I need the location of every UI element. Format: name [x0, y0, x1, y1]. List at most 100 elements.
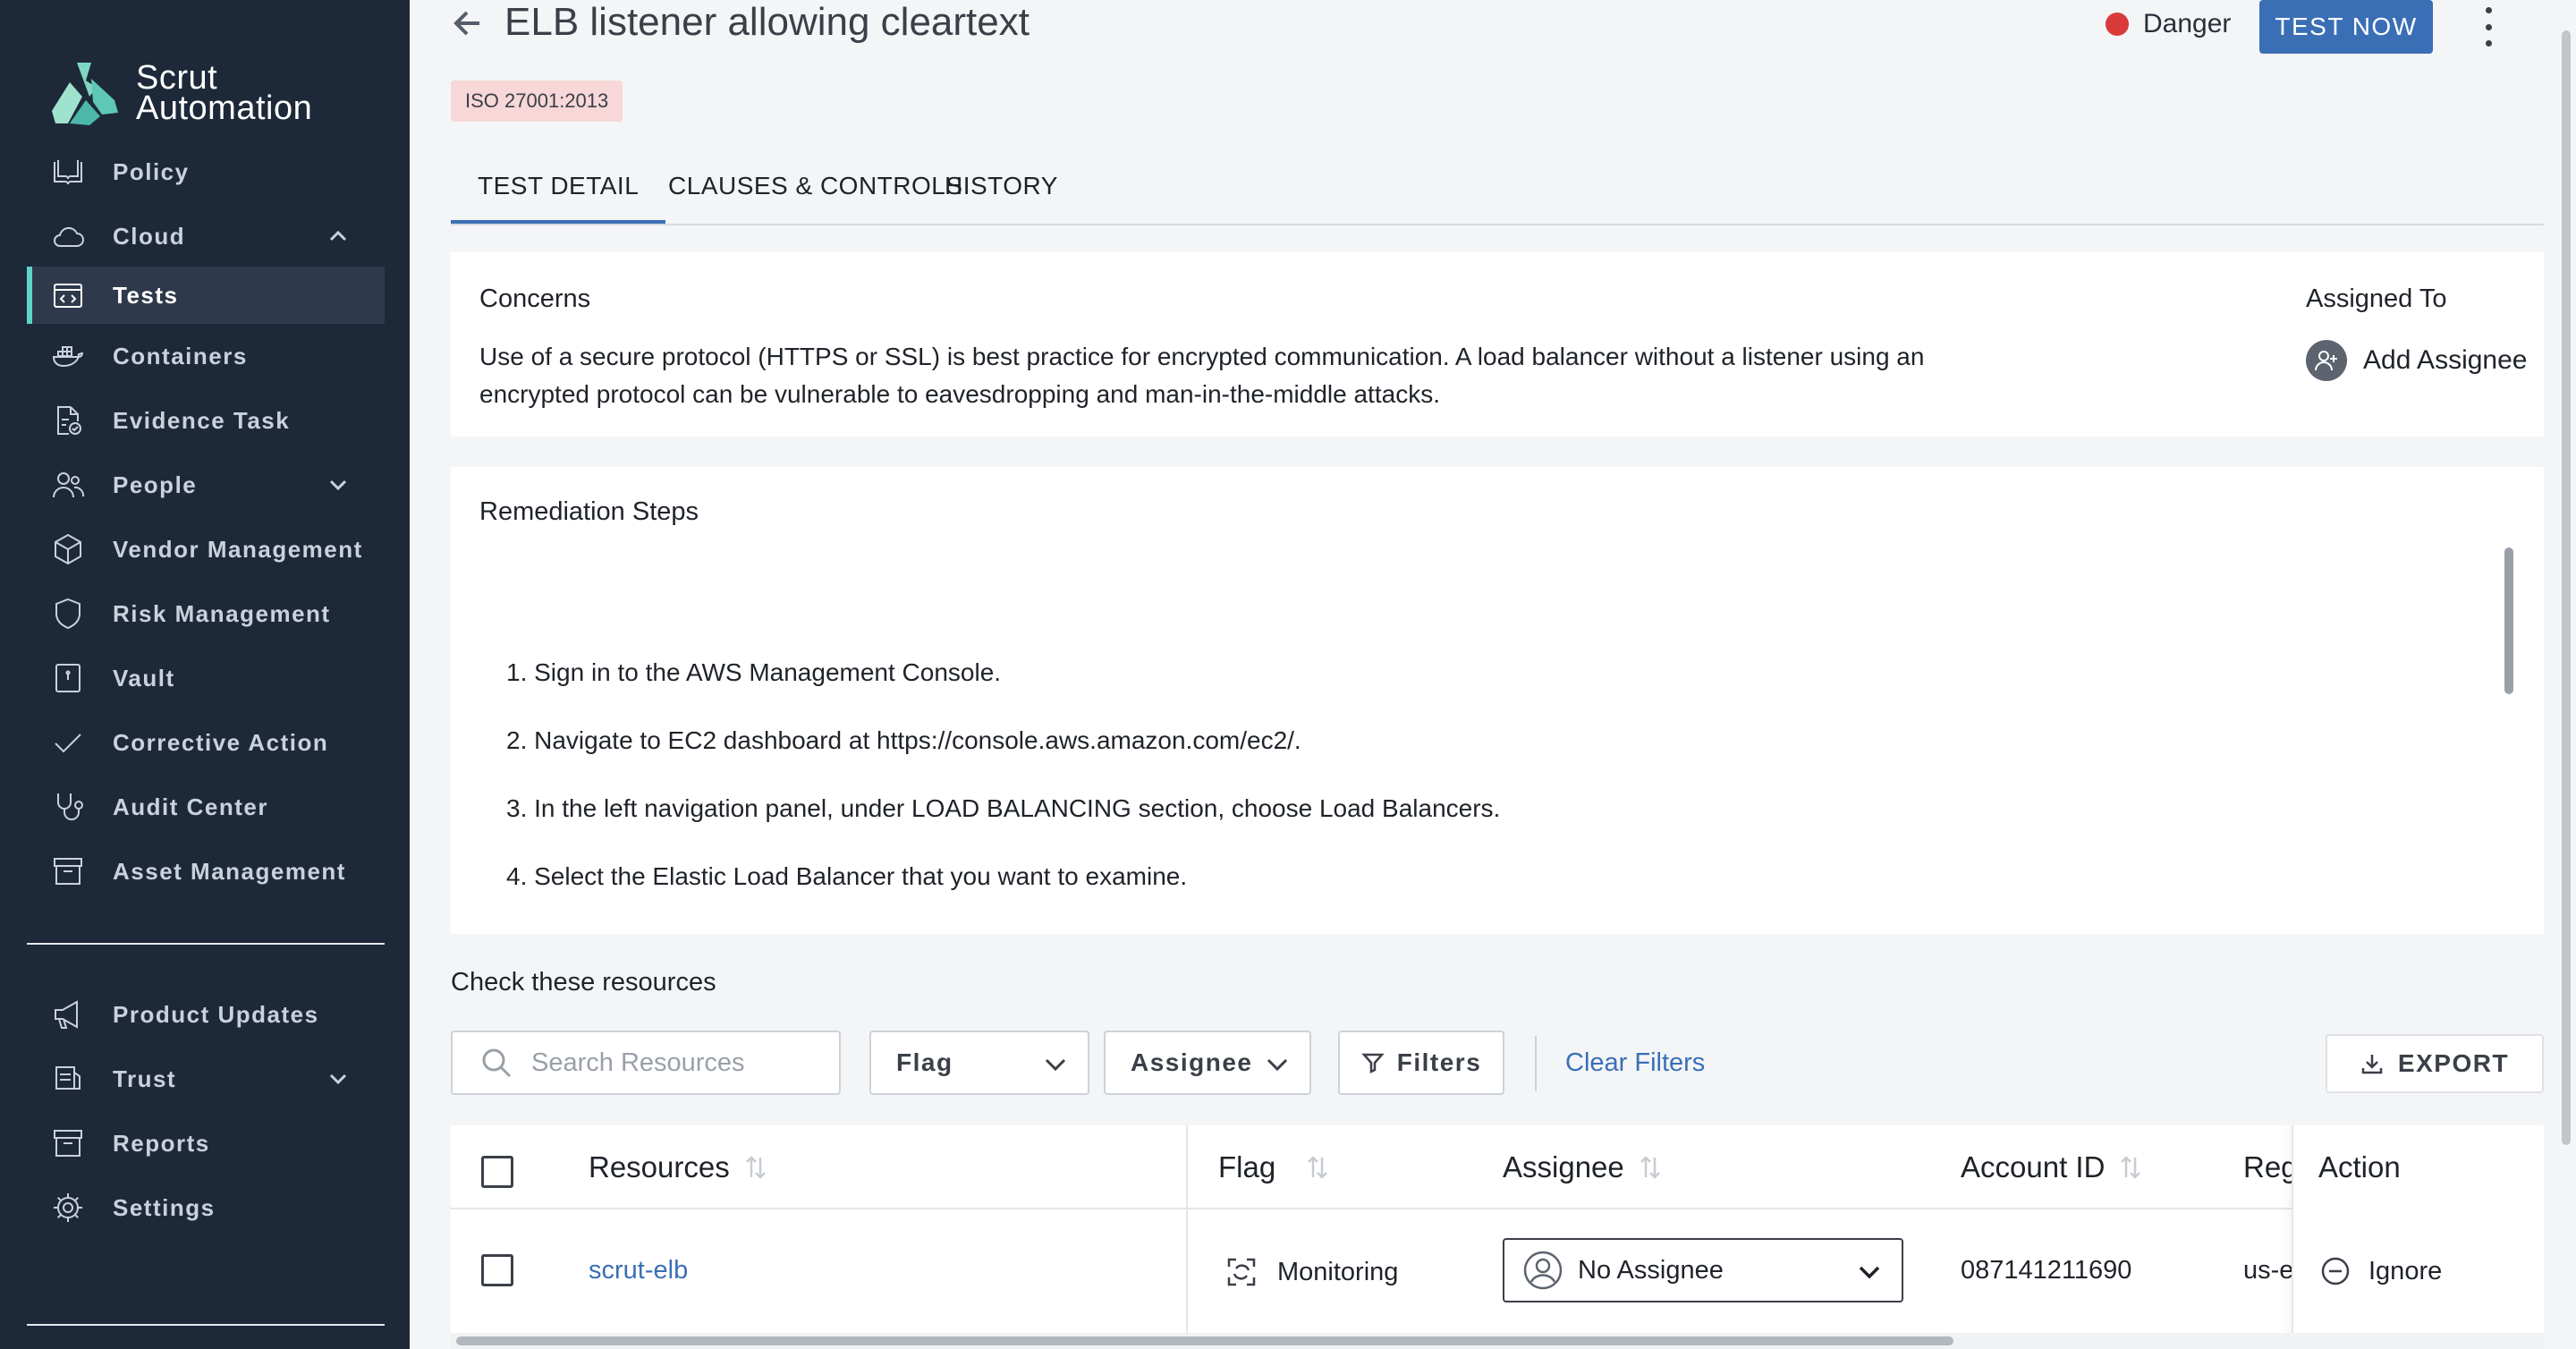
test-now-button[interactable]: TEST NOW: [2259, 0, 2433, 54]
filter-icon: [1360, 1053, 1385, 1074]
remediation-step: 1. Sign in to the AWS Management Console…: [506, 658, 1002, 686]
vault-icon: [50, 660, 86, 696]
sidebar-item-label: Tests: [113, 281, 179, 309]
sidebar-item-policy[interactable]: Policy: [27, 143, 385, 200]
remediation-step: 3. In the left navigation panel, under L…: [506, 794, 1501, 822]
search-resources-field[interactable]: [451, 1031, 841, 1095]
concerns-card: Concerns Use of a secure protocol (HTTPS…: [451, 252, 2544, 437]
check-icon: [50, 725, 86, 760]
tab-bar: TEST DETAIL CLAUSES & CONTROLS HISTORY: [450, 157, 2544, 225]
search-input[interactable]: [531, 1048, 826, 1078]
sidebar-item-label: People: [113, 471, 198, 498]
table-scroll-thumb[interactable]: [456, 1336, 1953, 1345]
tab-history[interactable]: HISTORY: [945, 172, 1058, 200]
flag-filter-select[interactable]: Flag: [869, 1031, 1089, 1095]
tab-test-detail[interactable]: TEST DETAIL: [450, 172, 666, 224]
resource-link[interactable]: scrut-elb: [589, 1256, 688, 1285]
sidebar-item-label: Risk Management: [113, 599, 331, 627]
sidebar-item-containers[interactable]: Containers: [27, 327, 385, 385]
sidebar-item-vendor-management[interactable]: Vendor Management: [27, 521, 385, 578]
column-header-label: Resources: [589, 1150, 730, 1184]
sort-icon[interactable]: [744, 1154, 767, 1181]
chevron-down-icon[interactable]: [327, 1068, 349, 1090]
sidebar-item-product-updates[interactable]: Product Updates: [27, 986, 385, 1043]
remediation-card: Remediation Steps 1. Sign in to the AWS …: [451, 467, 2544, 934]
column-header-assignee[interactable]: Assignee: [1503, 1150, 1662, 1184]
clear-filters-link[interactable]: Clear Filters: [1565, 1048, 1705, 1078]
more-options-icon[interactable]: [2478, 7, 2499, 47]
sidebar-item-label: Vault: [113, 664, 175, 691]
chevron-down-icon: [1265, 1052, 1290, 1077]
sidebar-item-label: Product Updates: [113, 1000, 319, 1028]
sidebar-item-label: Policy: [113, 157, 190, 185]
brand-name-line1: Scrut: [136, 59, 218, 97]
column-header-region[interactable]: Reg: [2243, 1150, 2298, 1184]
monitoring-icon: [1227, 1258, 1256, 1286]
sidebar-item-reports[interactable]: Reports: [27, 1115, 385, 1172]
sidebar-item-asset-management[interactable]: Asset Management: [27, 843, 385, 900]
sidebar: Scrut Automation Policy Cloud Tests Cont…: [0, 0, 410, 1349]
remediation-scrollbar[interactable]: [2504, 547, 2513, 694]
sidebar-item-vault[interactable]: Vault: [27, 649, 385, 707]
row-assignee-select[interactable]: No Assignee: [1503, 1238, 1903, 1302]
brand-name-line2: Automation: [136, 89, 313, 127]
user-circle-icon: [1522, 1250, 1563, 1291]
assignee-filter-select[interactable]: Assignee: [1104, 1031, 1311, 1095]
row-checkbox[interactable]: [481, 1254, 513, 1286]
sidebar-item-audit-center[interactable]: Audit Center: [27, 778, 385, 836]
status-label: Danger: [2143, 9, 2232, 38]
resources-section-title: Check these resources: [451, 968, 716, 997]
sidebar-item-label: Reports: [113, 1129, 210, 1157]
add-assignee-button[interactable]: Add Assignee: [2306, 340, 2527, 381]
column-header-account-id[interactable]: Account ID: [1961, 1150, 2142, 1184]
filters-label: Filters: [1396, 1048, 1482, 1076]
export-button[interactable]: EXPORT: [2326, 1034, 2544, 1093]
select-all-checkbox[interactable]: [481, 1156, 513, 1188]
sidebar-item-label: Cloud: [113, 222, 186, 250]
tab-clauses-controls[interactable]: CLAUSES & CONTROLS: [668, 172, 963, 200]
sidebar-item-label: Settings: [113, 1193, 216, 1221]
toolbar-divider: [1535, 1036, 1537, 1091]
sidebar-divider: [27, 1324, 385, 1326]
sidebar-item-risk-management[interactable]: Risk Management: [27, 585, 385, 642]
users-icon: [50, 467, 86, 503]
concerns-title: Concerns: [479, 284, 591, 313]
column-header-resources[interactable]: Resources: [589, 1150, 767, 1184]
sidebar-item-label: Containers: [113, 342, 248, 369]
page-scrollbar[interactable]: [2562, 30, 2571, 1145]
search-icon: [482, 1048, 512, 1078]
sort-icon[interactable]: [1306, 1154, 1329, 1181]
add-user-icon: [2306, 340, 2347, 381]
sort-icon[interactable]: [2119, 1154, 2142, 1181]
chevron-up-icon[interactable]: [327, 225, 349, 247]
ignore-action[interactable]: Ignore: [2320, 1256, 2442, 1286]
remediation-title: Remediation Steps: [479, 497, 699, 526]
export-label: EXPORT: [2397, 1049, 2510, 1077]
sidebar-item-cloud[interactable]: Cloud: [27, 208, 385, 265]
back-arrow-icon[interactable]: [449, 5, 485, 41]
main-content: ELB listener allowing cleartext Danger T…: [410, 0, 2576, 1349]
sidebar-divider: [27, 943, 385, 945]
sidebar-item-label: Asset Management: [113, 857, 346, 885]
sidebar-item-label: Vendor Management: [113, 535, 363, 563]
sidebar-item-settings[interactable]: Settings: [27, 1179, 385, 1236]
column-header-action: Action: [2318, 1150, 2401, 1184]
row-assignee-value: No Assignee: [1578, 1255, 1724, 1285]
code-icon: [50, 277, 86, 313]
chevron-down-icon[interactable]: [327, 474, 349, 496]
logo[interactable]: Scrut Automation: [50, 61, 312, 125]
sort-icon[interactable]: [1639, 1154, 1662, 1181]
chevron-down-icon: [1043, 1052, 1068, 1077]
sidebar-item-label: Corrective Action: [113, 728, 329, 756]
status-indicator: Danger: [2106, 9, 2231, 39]
account-id-cell: 087141211690: [1961, 1256, 2132, 1285]
sidebar-item-corrective-action[interactable]: Corrective Action: [27, 714, 385, 771]
sidebar-item-evidence-task[interactable]: Evidence Task: [27, 392, 385, 449]
filters-button[interactable]: Filters: [1338, 1031, 1504, 1095]
sidebar-item-tests[interactable]: Tests: [27, 267, 385, 324]
column-header-flag[interactable]: Flag: [1218, 1150, 1329, 1184]
page-title: ELB listener allowing cleartext: [504, 0, 1030, 44]
download-icon: [2361, 1055, 2383, 1074]
sidebar-item-trust[interactable]: Trust: [27, 1050, 385, 1107]
sidebar-item-people[interactable]: People: [27, 456, 385, 513]
